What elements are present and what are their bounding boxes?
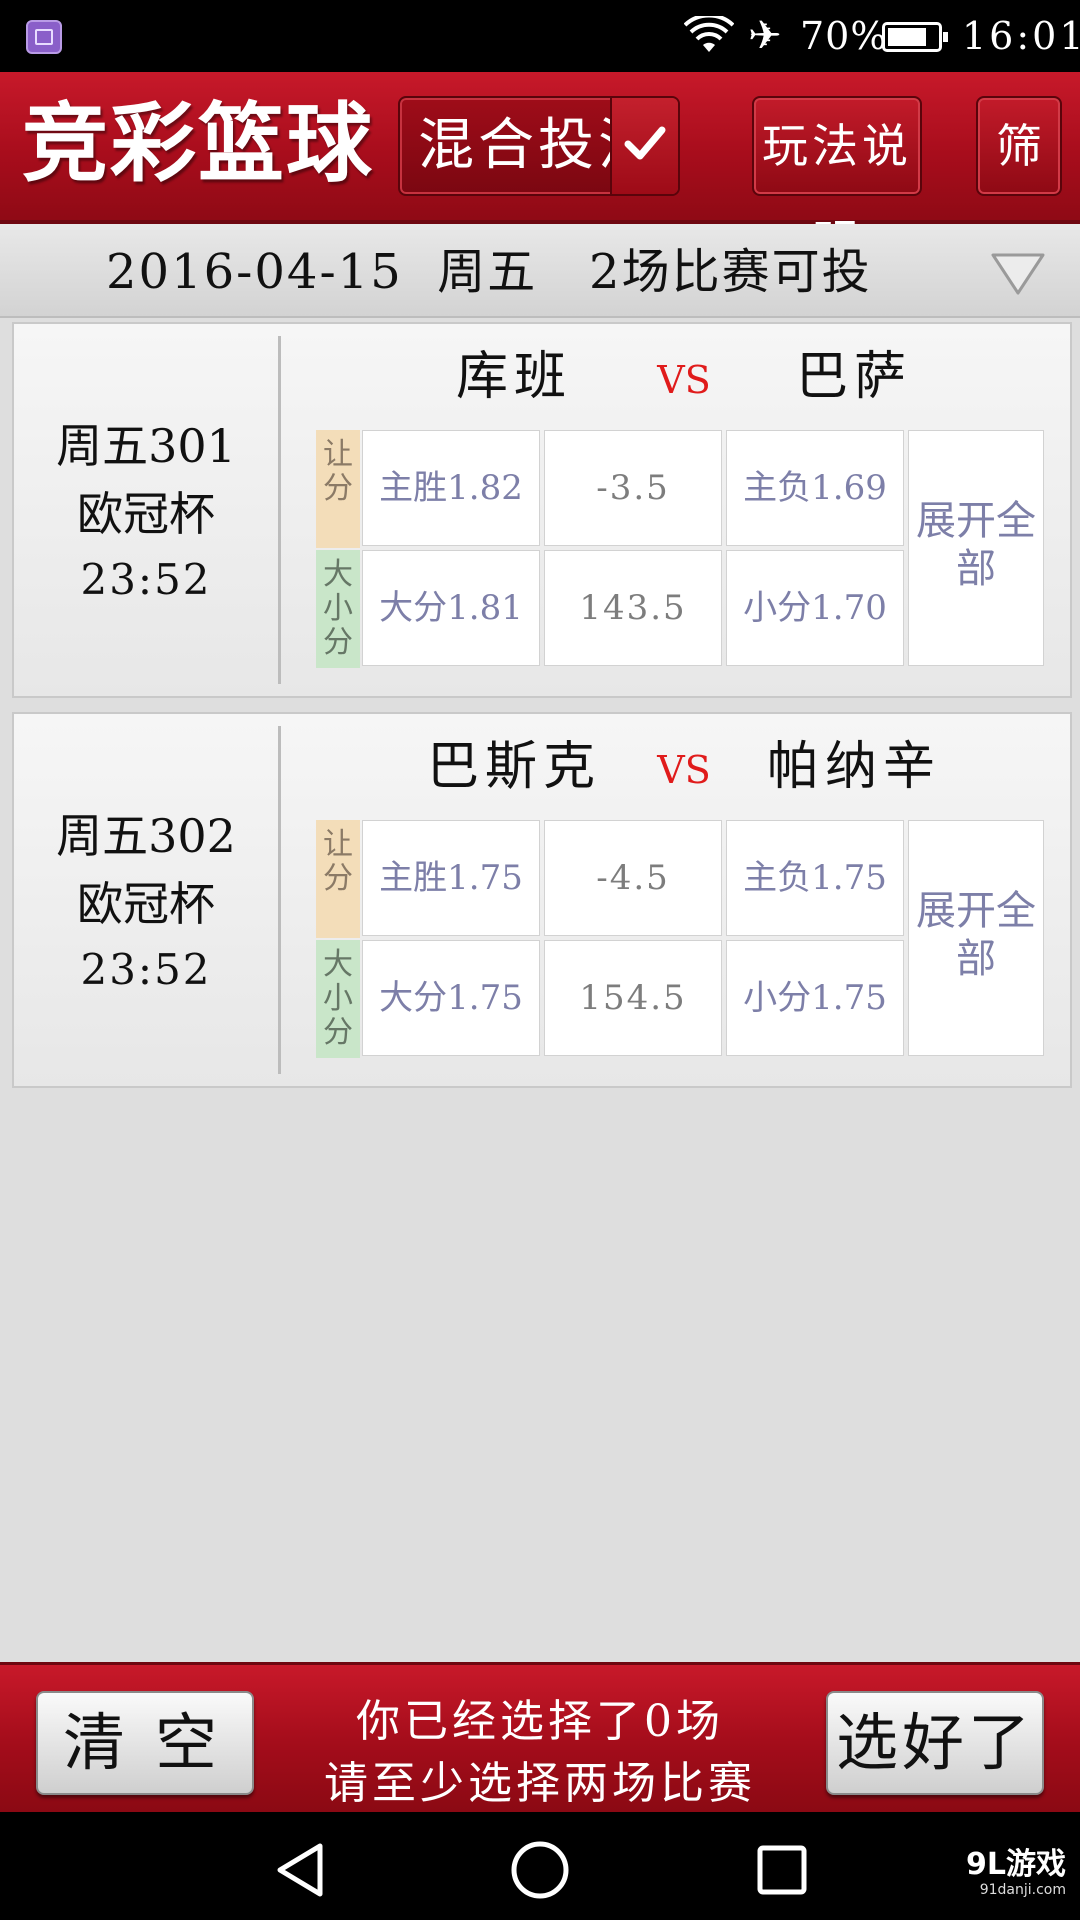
match-league: 欧冠杯 [77,487,215,541]
dropdown-toggle[interactable] [610,98,678,194]
page-title: 竞彩篮球 [22,93,374,194]
battery-icon [882,22,948,52]
done-button[interactable]: 选好了 [826,1691,1044,1795]
total-line: 154.5 [544,940,722,1056]
odds-under[interactable]: 小分1.75 [726,940,904,1056]
total-row-label: 大小分 [316,550,360,668]
bet-mode-select[interactable]: 混合投注 [398,96,680,196]
selection-hint: 请至少选择两场比赛 [324,1758,756,1809]
clock: 16:01 [962,14,1080,58]
back-icon[interactable] [274,1842,326,1898]
odds-over[interactable]: 大分1.81 [362,550,540,666]
status-bar: ✈ 70% 16:01 [0,0,1080,72]
odds-table: 让分 大小分 主胜1.75 -4.5 主负1.75 大分1.75 154.5 小… [316,820,1056,1058]
recent-apps-icon[interactable] [756,1844,808,1896]
expand-all-button[interactable]: 展开全部 [908,430,1044,666]
date-group-header[interactable]: 2016-04-15 周五 2场比赛可投 [0,224,1080,318]
filter-button[interactable]: 筛 [976,96,1062,196]
app-header: 竞彩篮球 混合投注 玩法说明 筛 [0,72,1080,269]
match-info: 周五302 欧冠杯 23:52 [14,714,278,1086]
date-group-label: 2016-04-15 周五 2场比赛可投 [106,244,872,300]
divider [278,726,281,1074]
expand-all-button[interactable]: 展开全部 [908,820,1044,1056]
collapse-triangle-icon[interactable] [990,252,1046,296]
match-time: 23:52 [80,945,212,994]
gallery-app-icon [26,20,62,54]
odds-over[interactable]: 大分1.75 [362,940,540,1056]
home-team: 巴斯克 [426,737,601,797]
home-team: 库班 [455,347,572,407]
total-row-label: 大小分 [316,940,360,1058]
handicap-line: -3.5 [544,430,722,546]
selection-count: 你已经选择了0场 [356,1696,724,1747]
airplane-icon: ✈ [748,13,782,59]
clear-button[interactable]: 清空 [36,1691,254,1795]
odds-home-win[interactable]: 主胜1.82 [362,430,540,546]
vs-label: VS [657,358,711,402]
selection-bar: 清空 你已经选择了0场 请至少选择两场比赛 选好了 [0,1662,1080,1815]
handicap-line: -4.5 [544,820,722,936]
watermark: 9L游戏 91danji.com [966,1847,1066,1899]
watermark-brand: 9L游戏 [966,1847,1066,1882]
match-time: 23:52 [80,555,212,604]
match-code: 周五301 [56,419,236,473]
home-icon[interactable] [510,1840,570,1900]
battery-percent: 70% [800,14,888,58]
system-nav-bar: 9L游戏 91danji.com [0,1812,1080,1920]
total-line: 143.5 [544,550,722,666]
watermark-site: 91danji.com [979,1882,1066,1898]
divider [278,336,281,684]
wifi-icon [684,16,734,52]
away-team: 巴萨 [795,347,912,407]
match-league: 欧冠杯 [77,877,215,931]
odds-home-lose[interactable]: 主负1.69 [726,430,904,546]
away-team: 帕纳辛 [766,737,941,797]
rules-button[interactable]: 玩法说明 [752,96,922,269]
handicap-row-label: 让分 [316,430,360,548]
match-code: 周五302 [56,809,236,863]
vs-label: VS [657,748,711,792]
odds-table: 让分 大小分 主胜1.82 -3.5 主负1.69 大分1.81 143.5 小… [316,430,1056,668]
match-info: 周五301 欧冠杯 23:52 [14,324,278,696]
check-icon [624,126,666,160]
match-card: 周五302 欧冠杯 23:52 巴斯克 VS 帕纳辛 让分 大小分 主胜1.75… [12,712,1072,1088]
match-card: 周五301 欧冠杯 23:52 库班 VS 巴萨 让分 大小分 主胜1.82 -… [12,322,1072,698]
odds-home-win[interactable]: 主胜1.75 [362,820,540,936]
handicap-row-label: 让分 [316,820,360,938]
odds-under[interactable]: 小分1.70 [726,550,904,666]
odds-home-lose[interactable]: 主负1.75 [726,820,904,936]
